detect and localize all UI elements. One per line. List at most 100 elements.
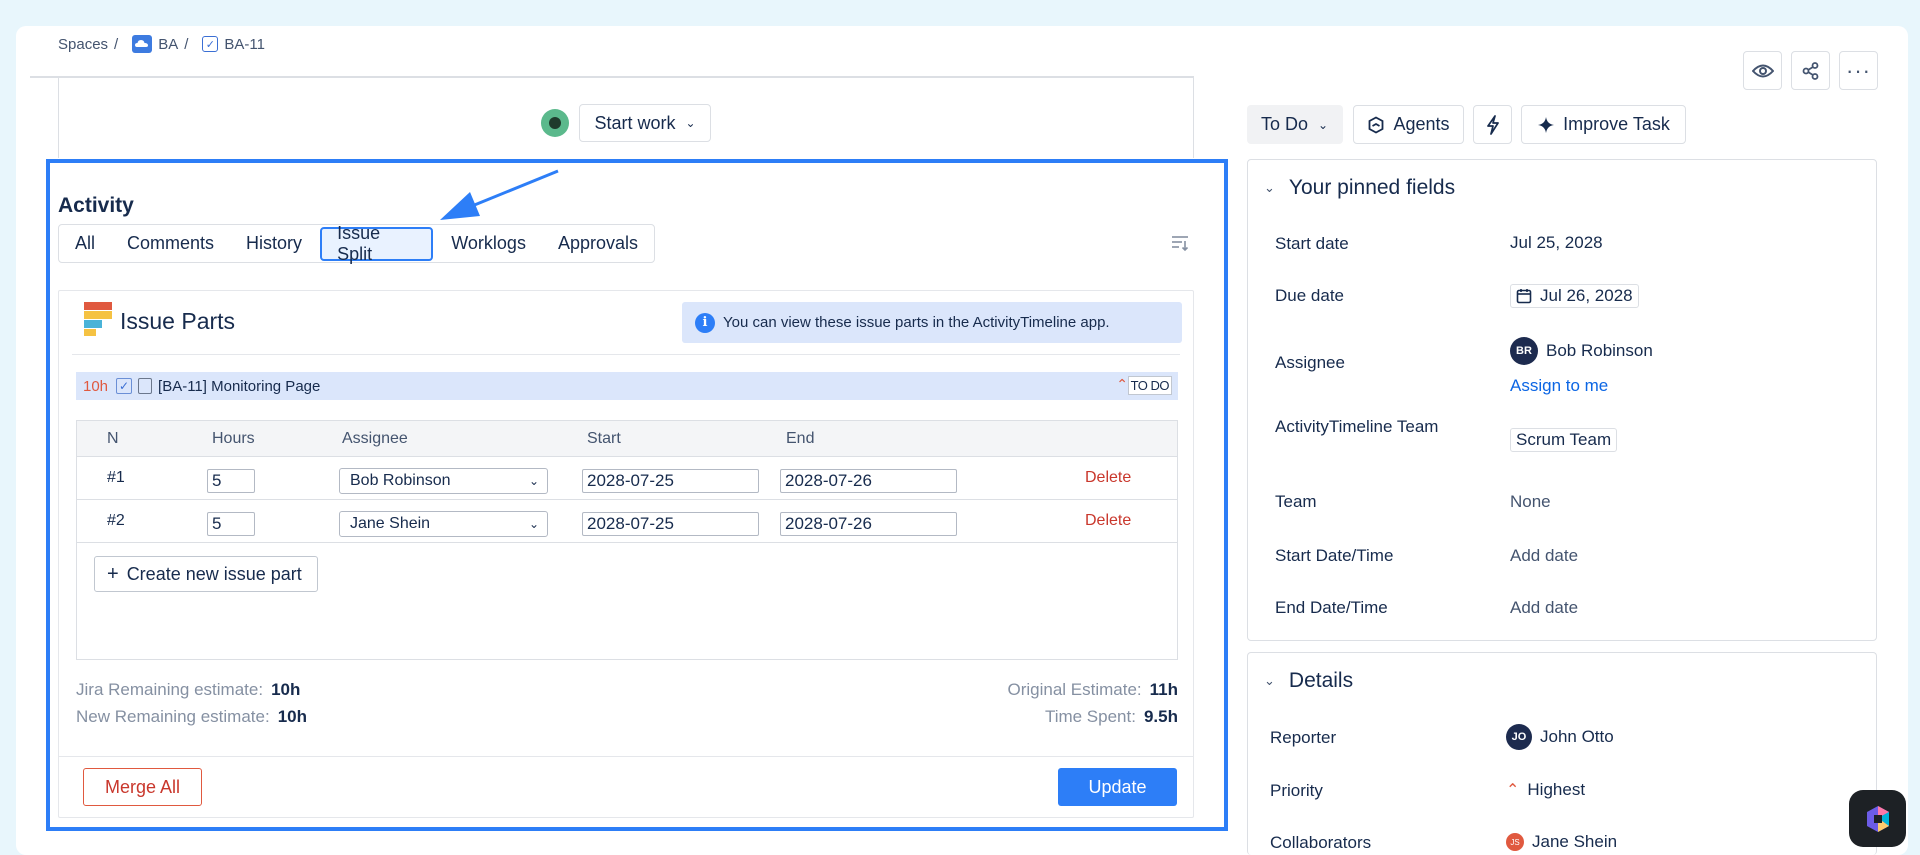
start-date-input[interactable]: 2028-07-25 [582, 469, 759, 493]
tab-approvals[interactable]: Approvals [542, 225, 654, 262]
details-card: ⌄ Details Reporter JO John Otto Priority… [1247, 652, 1877, 855]
original-estimate: Original Estimate: 11h [1007, 680, 1178, 700]
breadcrumb-project[interactable]: BA [158, 36, 178, 53]
priority-highest-icon: ⌃ [1116, 376, 1128, 392]
issue-label: [BA-11] Monitoring Page [158, 377, 321, 395]
new-remaining-value: 10h [277, 707, 307, 726]
reporter-name: John Otto [1540, 727, 1614, 746]
assignee-field[interactable]: BR Bob Robinson [1510, 337, 1653, 365]
due-date-field[interactable]: Jul 26, 2028 [1510, 284, 1639, 308]
info-banner-text: You can view these issue parts in the Ac… [723, 314, 1110, 331]
col-hours: Hours [212, 430, 255, 447]
breadcrumb-issue[interactable]: BA-11 [224, 36, 265, 53]
breadcrumb-separator: / [184, 35, 189, 53]
pinned-fields-card: ⌄ Your pinned fields Start date Jul 25, … [1247, 159, 1877, 641]
status-dropdown[interactable]: To Do ⌄ [1247, 105, 1343, 144]
info-icon: i [695, 312, 715, 333]
share-button[interactable] [1791, 51, 1830, 90]
end-datetime-value[interactable]: Add date [1510, 598, 1578, 618]
improve-task-button[interactable]: Improve Task [1521, 105, 1686, 144]
start-work-button[interactable]: Start work ⌄ [579, 104, 711, 142]
more-actions-button[interactable]: ··· [1839, 51, 1878, 90]
task-check-icon: ✓ [116, 378, 133, 394]
tab-worklogs[interactable]: Worklogs [435, 225, 542, 262]
jira-remaining-value: 10h [271, 680, 301, 699]
row-number: #1 [107, 469, 125, 486]
new-remaining-label: New Remaining estimate: [76, 707, 270, 726]
col-start: Start [587, 430, 621, 447]
collaborators-field[interactable]: JS Jane Shein [1506, 832, 1617, 852]
share-icon [1802, 61, 1818, 80]
tab-all[interactable]: All [59, 225, 111, 262]
breadcrumb: Spaces / BA / ✓ BA-11 [58, 35, 265, 53]
agent-status-icon[interactable] [541, 109, 569, 137]
time-spent-label: Time Spent: [1044, 707, 1136, 726]
automation-button[interactable] [1473, 105, 1512, 144]
activitytimeline-team-value[interactable]: Scrum Team [1510, 428, 1618, 452]
calendar-icon [1516, 289, 1532, 304]
activity-tabs: All Comments History Issue Split Worklog… [58, 223, 655, 264]
avatar: JO [1506, 724, 1532, 750]
tab-history[interactable]: History [230, 225, 318, 262]
assignee-name: Bob Robinson [1546, 341, 1653, 360]
issue-parts-title: Issue Parts [120, 308, 236, 334]
team-value[interactable]: None [1510, 492, 1551, 512]
chevron-down-icon: ⌄ [1264, 673, 1275, 688]
assign-to-me-link[interactable]: Assign to me [1510, 376, 1608, 396]
assignee-label: Assignee [1275, 353, 1345, 372]
agents-label: Agents [1393, 114, 1450, 134]
priority-highest-icon: ⌃ [1506, 782, 1520, 799]
agents-button[interactable]: Agents [1353, 105, 1464, 144]
start-date-value[interactable]: Jul 25, 2028 [1510, 233, 1603, 253]
activitytimeline-team-label: ActivityTimeline Team [1275, 417, 1439, 436]
tab-comments[interactable]: Comments [111, 225, 230, 262]
app-launcher-button[interactable] [1849, 790, 1906, 847]
pinned-fields-header[interactable]: ⌄ Your pinned fields [1264, 176, 1455, 200]
document-icon [138, 378, 153, 394]
delete-part-button[interactable]: Delete [1085, 512, 1131, 530]
time-spent: Time Spent: 9.5h [1045, 707, 1178, 727]
hours-input[interactable]: 5 [207, 469, 255, 493]
start-date-input[interactable]: 2028-07-25 [582, 512, 759, 536]
hours-input[interactable]: 5 [207, 512, 255, 536]
task-check-icon: ✓ [202, 36, 219, 52]
chevron-down-icon: ⌄ [685, 116, 696, 130]
due-date-value: Jul 26, 2028 [1540, 286, 1633, 305]
priority-field[interactable]: ⌃ Highest [1506, 780, 1585, 800]
reporter-field[interactable]: JO John Otto [1506, 724, 1614, 750]
assignee-select[interactable]: Bob Robinson ⌄ [339, 468, 548, 494]
end-date-input[interactable]: 2028-07-26 [780, 469, 957, 493]
original-estimate-label: Original Estimate: [1007, 680, 1142, 699]
jira-remaining-estimate: Jira Remaining estimate: 10h [76, 680, 300, 700]
col-assignee: Assignee [342, 430, 408, 447]
end-date-input[interactable]: 2028-07-26 [780, 512, 957, 536]
update-button[interactable]: Update [1058, 768, 1177, 806]
merge-all-button[interactable]: Merge All [83, 768, 202, 806]
assignee-value: Bob Robinson [350, 472, 451, 489]
watch-button[interactable] [1743, 51, 1782, 90]
chevron-down-icon: ⌄ [528, 474, 539, 488]
assignee-select[interactable]: Jane Shein ⌄ [339, 511, 548, 537]
details-header[interactable]: ⌄ Details [1264, 669, 1353, 693]
avatar: JS [1506, 833, 1524, 851]
breadcrumb-separator: / [114, 35, 119, 53]
improve-task-label: Improve Task [1563, 114, 1670, 134]
project-icon [132, 35, 153, 53]
footer-divider [58, 756, 1194, 757]
start-work-label: Start work [594, 112, 676, 133]
create-issue-part-button[interactable]: + Create new issue part [94, 556, 318, 592]
col-end: End [786, 430, 815, 447]
pinned-fields-title: Your pinned fields [1288, 176, 1456, 199]
team-label: Team [1275, 492, 1317, 511]
table-row: #2 5 Jane Shein ⌄ 2028-07-25 2028-07-26 … [77, 500, 1177, 543]
delete-part-button[interactable]: Delete [1085, 469, 1131, 487]
eye-icon [1751, 64, 1774, 77]
tab-issue-split[interactable]: Issue Split [320, 223, 434, 264]
parent-issue-row[interactable]: 10h ✓ [BA-11] Monitoring Page ⌃ TO DO [76, 372, 1178, 400]
pointer-arrow [440, 169, 559, 220]
sort-icon[interactable] [1170, 234, 1190, 252]
start-datetime-value[interactable]: Add date [1510, 546, 1578, 566]
col-n: N [107, 430, 119, 447]
due-date-label: Due date [1275, 286, 1344, 305]
breadcrumb-spaces[interactable]: Spaces [58, 36, 108, 53]
